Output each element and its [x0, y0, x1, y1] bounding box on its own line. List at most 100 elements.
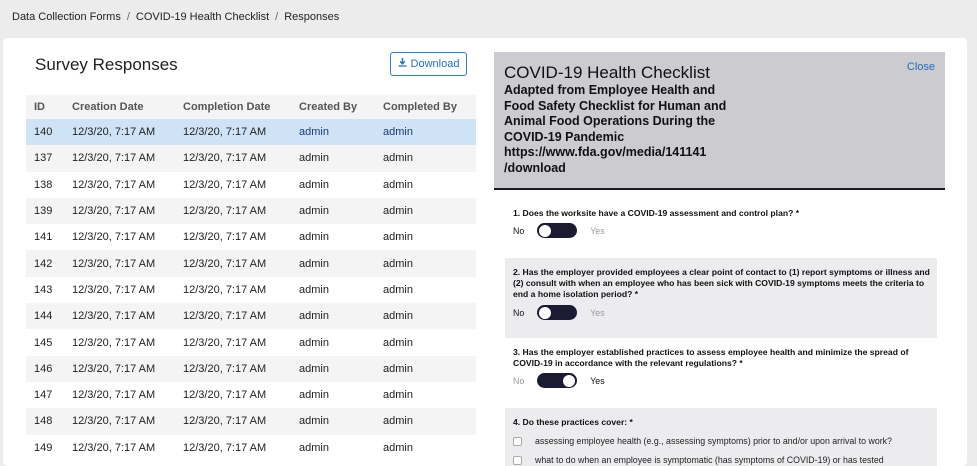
cell-creation-date: 12/3/20, 7:17 AM [64, 276, 175, 304]
cell-created-by: admin [291, 145, 375, 172]
cell-id: 142 [26, 250, 64, 277]
option-label: what to do when an employee is symptomat… [535, 455, 884, 465]
cell-completion-date: 12/3/20, 7:17 AM [175, 145, 291, 172]
cell-id: 147 [26, 381, 64, 409]
question-4-option[interactable]: what to do when an employee is symptomat… [505, 455, 937, 465]
checkbox[interactable] [513, 436, 522, 446]
table-row[interactable]: 142 12/3/20, 7:17 AM 12/3/20, 7:17 AM admin… [26, 250, 476, 277]
cell-completed-by: admin [375, 329, 476, 356]
cell-creation-date: 12/3/20, 7:17 AM [64, 171, 175, 198]
question-1-toggle-row: No Yes [505, 223, 937, 238]
download-button[interactable]: Download [390, 52, 467, 76]
page-title: Survey Responses [35, 55, 178, 74]
close-link[interactable]: Close [907, 61, 935, 73]
cell-creation-date: 12/3/20, 7:17 AM [64, 381, 175, 409]
cell-id: 137 [26, 145, 64, 172]
cell-completed-by: admin [375, 303, 476, 330]
cell-completed-by: admin [375, 224, 476, 251]
breadcrumb-item-forms[interactable]: Data Collection Forms [12, 11, 121, 23]
cell-completed-by: admin [375, 197, 476, 225]
column-header-creation-date[interactable]: Creation Date [64, 95, 175, 119]
column-header-completed-by[interactable]: Completed By [375, 95, 476, 119]
checkbox[interactable] [513, 455, 522, 465]
column-header-id[interactable]: ID [26, 95, 64, 119]
breadcrumb-item-checklist[interactable]: COVID-19 Health Checklist [136, 11, 269, 23]
question-1-text: 1. Does the worksite have a COVID-19 ass… [513, 208, 800, 218]
cell-created-by: admin [291, 434, 375, 461]
question-1-toggle[interactable] [537, 223, 578, 238]
cell-completion-date: 12/3/20, 7:17 AM [175, 434, 291, 461]
cell-creation-date: 12/3/20, 7:17 AM [64, 250, 175, 277]
question-1-no-label: No [513, 225, 525, 236]
table-row[interactable]: 138 12/3/20, 7:17 AM 12/3/20, 7:17 AM admin… [26, 171, 476, 198]
table-row[interactable]: 141 12/3/20, 7:17 AM 12/3/20, 7:17 AM admin… [26, 224, 476, 251]
cell-id: 145 [26, 329, 64, 356]
table-row[interactable]: 149 12/3/20, 7:17 AM 12/3/20, 7:17 AM admin… [26, 434, 476, 461]
question-3-no-label: No [513, 375, 525, 386]
breadcrumb-item-responses: Responses [284, 10, 340, 23]
cell-id: 141 [26, 224, 64, 251]
table-row[interactable]: 146 12/3/20, 7:17 AM 12/3/20, 7:17 AM admin… [26, 355, 476, 382]
cell-completed-by: admin [375, 408, 476, 435]
responses-table: ID Creation Date Completion Date Created… [26, 95, 476, 461]
cell-creation-date: 12/3/20, 7:17 AM [64, 303, 175, 330]
cell-completion-date: 12/3/20, 7:17 AM [175, 381, 291, 409]
question-3-toggle[interactable] [537, 373, 578, 388]
breadcrumb-separator: / [275, 10, 279, 23]
question-1-yes-label: Yes [590, 225, 605, 236]
cell-created-by: admin [291, 224, 375, 251]
cell-creation-date: 12/3/20, 7:17 AM [64, 408, 175, 435]
cell-completed-by: admin [375, 171, 476, 198]
question-2-yes-label: Yes [590, 307, 605, 318]
column-header-created-by[interactable]: Created By [291, 95, 375, 119]
breadcrumb-separator: / [126, 10, 130, 23]
toggle-knob [539, 224, 552, 237]
table-row[interactable]: 148 12/3/20, 7:17 AM 12/3/20, 7:17 AM admin… [26, 408, 476, 435]
cell-created-by: admin [291, 171, 375, 198]
table-row[interactable]: 145 12/3/20, 7:17 AM 12/3/20, 7:17 AM admin… [26, 329, 476, 356]
cell-completed-by: admin [375, 434, 476, 461]
question-4-text: 4. Do these practices cover: * [513, 417, 633, 427]
question-3-toggle-row: No Yes [505, 373, 937, 388]
cell-completed-by: admin [375, 381, 476, 409]
detail-header: COVID-19 Health Checklist Adapted from E… [494, 52, 945, 190]
table-row[interactable]: 140 12/3/20, 7:17 AM 12/3/20, 7:17 AM admin… [26, 119, 476, 146]
cell-creation-date: 12/3/20, 7:17 AM [64, 329, 175, 356]
table-row[interactable]: 143 12/3/20, 7:17 AM 12/3/20, 7:17 AM admin… [26, 276, 476, 304]
cell-completed-by: admin [375, 250, 476, 277]
cell-completion-date: 12/3/20, 7:17 AM [175, 276, 291, 304]
table-row[interactable]: 137 12/3/20, 7:17 AM 12/3/20, 7:17 AM admin… [26, 145, 476, 172]
cell-completion-date: 12/3/20, 7:17 AM [175, 171, 291, 198]
main-card: Survey Responses Download ID Creation Da… [3, 38, 967, 466]
column-header-completion-date[interactable]: Completion Date [175, 95, 291, 119]
cell-completed-by: admin [375, 276, 476, 304]
cell-created-by: admin [291, 250, 375, 277]
question-2-no-label: No [513, 307, 525, 318]
table-row[interactable]: 147 12/3/20, 7:17 AM 12/3/20, 7:17 AM admin… [26, 381, 476, 409]
toggle-knob [563, 374, 576, 387]
option-label: assessing employee health (e.g., assessi… [535, 436, 892, 446]
cell-completion-date: 12/3/20, 7:17 AM [175, 250, 291, 277]
question-2-toggle[interactable] [537, 305, 578, 320]
question-3-yes-label: Yes [590, 375, 605, 386]
cell-id: 149 [26, 434, 64, 461]
question-2-toggle-row: No Yes [505, 305, 937, 320]
cell-completed-by: admin [375, 119, 476, 146]
question-2: 2. Has the employer provided employees a… [505, 258, 937, 338]
cell-creation-date: 12/3/20, 7:17 AM [64, 434, 175, 461]
cell-completion-date: 12/3/20, 7:17 AM [175, 119, 291, 146]
cell-id: 143 [26, 276, 64, 304]
cell-completion-date: 12/3/20, 7:17 AM [175, 329, 291, 356]
cell-id: 146 [26, 355, 64, 382]
cell-creation-date: 12/3/20, 7:17 AM [64, 355, 175, 382]
question-3: 3. Has the employer established practice… [505, 347, 937, 399]
table-row[interactable]: 139 12/3/20, 7:17 AM 12/3/20, 7:17 AM admin… [26, 197, 476, 225]
cell-creation-date: 12/3/20, 7:17 AM [64, 197, 175, 225]
cell-created-by: admin [291, 329, 375, 356]
cell-created-by: admin [291, 276, 375, 304]
cell-completed-by: admin [375, 355, 476, 382]
table-row[interactable]: 144 12/3/20, 7:17 AM 12/3/20, 7:17 AM admin… [26, 303, 476, 330]
cell-id: 139 [26, 197, 64, 225]
question-4-option[interactable]: assessing employee health (e.g., assessi… [505, 436, 937, 446]
cell-creation-date: 12/3/20, 7:17 AM [64, 224, 175, 251]
